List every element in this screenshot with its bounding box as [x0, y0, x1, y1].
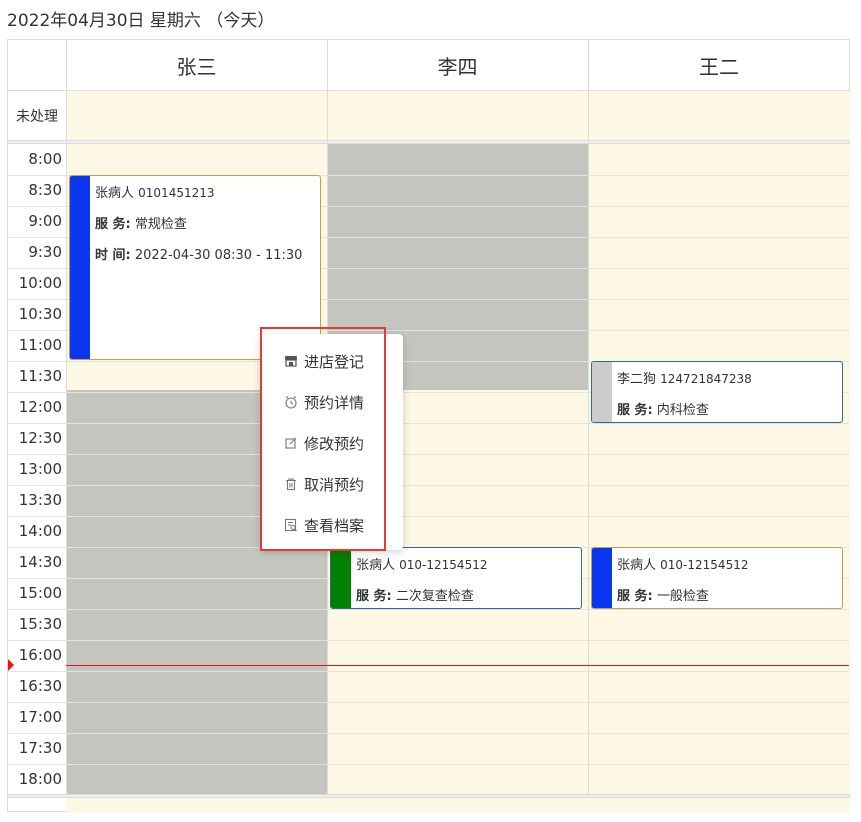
slot-line: [8, 423, 849, 424]
column-divider: [66, 40, 67, 811]
allday-cell[interactable]: [588, 91, 850, 141]
bottom-cell: [327, 798, 588, 813]
current-time-line: [66, 665, 849, 666]
slot-line: [8, 671, 849, 672]
file-search-icon: [284, 518, 298, 532]
store-icon: [284, 354, 298, 368]
menu-item-cancel[interactable]: 取消预约: [260, 469, 386, 499]
time-label: 10:30: [18, 305, 62, 323]
allday-cell[interactable]: [66, 91, 327, 141]
allday-cell[interactable]: [327, 91, 588, 141]
time-label: 17:30: [18, 739, 62, 757]
slot-line: [8, 702, 849, 703]
trash-icon: [284, 477, 298, 491]
menu-item-edit[interactable]: 修改预约: [260, 428, 386, 458]
time-label: 16:30: [18, 677, 62, 695]
corner-header: [8, 40, 66, 91]
time-label: 10:00: [18, 274, 62, 292]
event-patient: 张病人 010-12154512: [617, 558, 749, 573]
time-grid-column[interactable]: [588, 144, 850, 794]
slot-line: [8, 609, 849, 610]
time-label: 9:30: [28, 243, 62, 261]
appointment-event[interactable]: 张病人 010-12154512 服 务: 一般检查: [591, 547, 843, 609]
time-label: 8:00: [28, 150, 62, 168]
unprocessed-label: 未处理: [16, 109, 58, 125]
column-header-lisi[interactable]: 李四: [327, 40, 588, 91]
time-label: 13:00: [18, 460, 62, 478]
date-title: 2022年04月30日 星期六 （今天）: [7, 11, 275, 31]
bottom-cell: [66, 798, 327, 813]
edit-icon: [284, 436, 298, 450]
slot-line: [8, 733, 849, 734]
time-label: 16:00: [18, 646, 62, 664]
slot-line: [8, 485, 849, 486]
appointment-event[interactable]: 张病人 0101451213 服 务: 常规检查 时 间: 2022-04-30…: [69, 175, 321, 360]
time-label: 12:30: [18, 429, 62, 447]
event-service: 服 务: 常规检查: [95, 217, 187, 232]
time-label: 13:30: [18, 491, 62, 509]
slot-line: [8, 454, 849, 455]
time-label: 14:30: [18, 553, 62, 571]
event-patient: 李二狗 124721847238: [617, 372, 752, 387]
bottom-cell: [588, 798, 850, 813]
event-time: 时 间: 2022-04-30 08:30 - 11:30: [95, 248, 303, 263]
appointment-event[interactable]: 张病人 010-12154512 服 务: 二次复查检查: [330, 547, 582, 609]
menu-item-records[interactable]: 查看档案: [260, 510, 386, 540]
appointment-event[interactable]: 李二狗 124721847238 服 务: 内科检查: [591, 361, 843, 423]
column-divider: [588, 40, 589, 811]
time-label: 14:00: [18, 522, 62, 540]
time-label: 15:30: [18, 615, 62, 633]
time-label: 12:00: [18, 398, 62, 416]
slot-line: [8, 516, 849, 517]
slot-line: [8, 640, 849, 641]
event-service: 服 务: 一般检查: [617, 589, 709, 604]
event-patient: 张病人 010-12154512: [356, 558, 488, 573]
column-header-zhangsan[interactable]: 张三: [66, 40, 327, 91]
slot-line: [8, 764, 849, 765]
event-service: 服 务: 内科检查: [617, 403, 709, 418]
schedule-calendar: 张三 李四 王二 未处理 8:00 8:30 9:00 9:30 10:00 10:30 1…: [7, 39, 850, 813]
event-color-stripe: [592, 362, 612, 422]
time-label: 15:00: [18, 584, 62, 602]
event-service: 服 务: 二次复查检查: [356, 589, 474, 604]
time-label: 11:00: [18, 336, 62, 354]
menu-item-checkin[interactable]: 进店登记: [260, 346, 386, 376]
event-color-stripe: [331, 548, 351, 608]
time-label: 17:00: [18, 708, 62, 726]
time-label: 8:30: [28, 181, 62, 199]
event-patient: 张病人 0101451213: [95, 186, 215, 201]
column-header-wanger[interactable]: 王二: [588, 40, 850, 91]
time-label: 11:30: [18, 367, 62, 385]
context-menu: 进店登记 预约详情 修改预约 取消预约 查看档案: [260, 334, 403, 550]
current-time-arrow-icon: [8, 659, 14, 671]
alarm-clock-icon: [284, 395, 298, 409]
time-label: 9:00: [28, 212, 62, 230]
menu-item-details[interactable]: 预约详情: [260, 387, 386, 417]
event-color-stripe: [70, 176, 90, 359]
time-label: 18:00: [18, 770, 62, 788]
event-color-stripe: [592, 548, 612, 608]
